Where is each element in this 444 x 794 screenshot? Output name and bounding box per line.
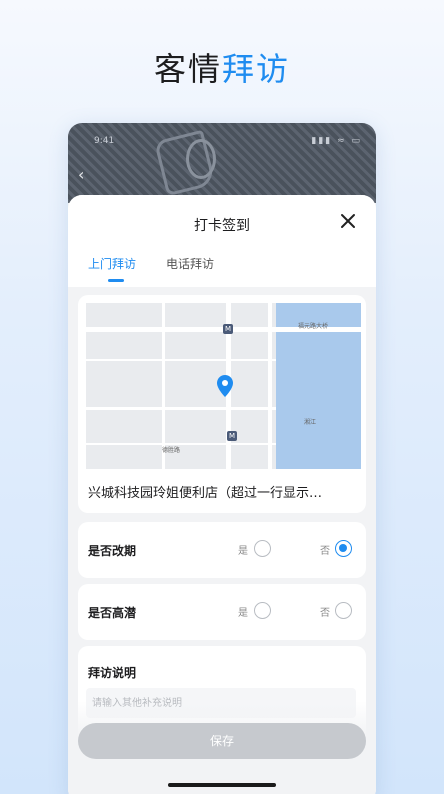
checkin-sheet: 打卡签到 上门拜访 电话拜访 M M 福元路大桥 德胜路 湘江 兴城科技园玲姐便… <box>68 195 376 794</box>
map-road <box>86 359 276 361</box>
phone-frame: 9:41 ▮▮▮ ≈ ▭ ‹ 打卡签到 上门拜访 电话拜访 M M 福元路大桥 … <box>68 123 376 794</box>
reschedule-question: 是否改期 是 否 <box>78 522 366 578</box>
active-tab-indicator <box>108 279 124 282</box>
map-label-bridge: 福元路大桥 <box>298 323 329 330</box>
status-icons: ▮▮▮ ≈ ▭ <box>311 136 362 146</box>
tab-onsite-visit[interactable]: 上门拜访 <box>88 255 136 272</box>
back-arrow-icon[interactable]: ‹ <box>78 165 84 184</box>
metro-icon: M <box>223 324 233 334</box>
high-potential-label: 是否高潜 <box>88 606 137 620</box>
high-potential-no-label: 否 <box>320 608 330 619</box>
description-title: 拜访说明 <box>88 666 137 680</box>
page-headline: 客情拜访 <box>0 44 444 90</box>
map-label-road: 德胜路 <box>162 447 181 454</box>
reschedule-yes-radio[interactable] <box>254 540 271 557</box>
save-button[interactable]: 保存 <box>78 723 366 759</box>
reschedule-yes-label: 是 <box>238 546 248 557</box>
visit-tabs: 上门拜访 电话拜访 <box>68 253 376 287</box>
sheet-header: 打卡签到 <box>68 195 376 253</box>
headline-prefix: 客情 <box>153 50 222 88</box>
close-icon[interactable] <box>338 211 358 231</box>
high-potential-question: 是否高潜 是 否 <box>78 584 366 640</box>
map[interactable]: M M 福元路大桥 德胜路 湘江 <box>86 303 361 469</box>
reschedule-no-radio[interactable] <box>335 540 352 557</box>
reschedule-no-label: 否 <box>320 546 330 557</box>
map-pin-icon[interactable] <box>217 375 233 397</box>
status-bar: 9:41 ▮▮▮ ≈ ▭ <box>68 135 376 149</box>
sheet-title: 打卡签到 <box>194 218 250 234</box>
tab-phone-visit[interactable]: 电话拜访 <box>166 255 214 272</box>
home-indicator <box>168 783 276 787</box>
map-label-river: 湘江 <box>304 419 317 426</box>
map-road <box>86 443 276 445</box>
high-potential-yes-radio[interactable] <box>254 602 271 619</box>
store-address: 兴城科技园玲姐便利店（超过一行显示… <box>88 486 323 501</box>
reschedule-label: 是否改期 <box>88 544 137 558</box>
location-card: M M 福元路大桥 德胜路 湘江 兴城科技园玲姐便利店（超过一行显示… <box>78 295 366 513</box>
map-road <box>86 407 276 410</box>
high-potential-no-radio[interactable] <box>335 602 352 619</box>
high-potential-yes-label: 是 <box>238 608 248 619</box>
headline-accent: 拜访 <box>222 50 291 88</box>
metro-icon: M <box>227 431 237 441</box>
status-time: 9:41 <box>94 136 115 146</box>
